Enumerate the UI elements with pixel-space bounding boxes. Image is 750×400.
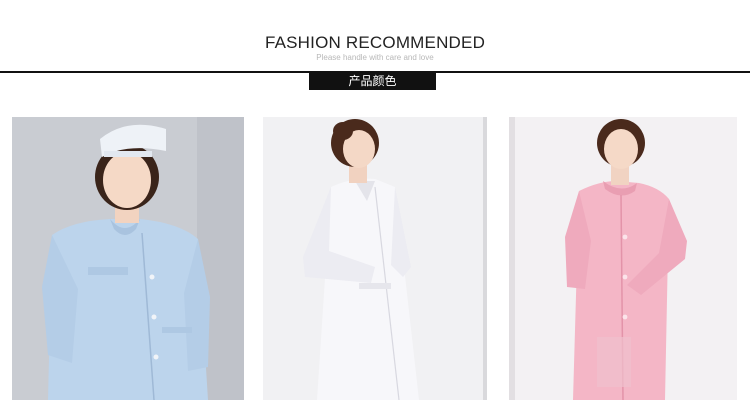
product-color-tag: 产品颜色 <box>309 73 436 90</box>
section-subtitle: Please handle with care and love <box>316 53 434 62</box>
product-photo-pink[interactable] <box>509 117 737 400</box>
white-coat-image <box>263 117 487 400</box>
product-photo-blue[interactable] <box>12 117 244 400</box>
pink-uniform-image <box>509 117 737 400</box>
product-photo-white[interactable] <box>263 117 487 400</box>
blue-uniform-image <box>12 117 244 400</box>
section-title: FASHION RECOMMENDED <box>264 33 486 52</box>
